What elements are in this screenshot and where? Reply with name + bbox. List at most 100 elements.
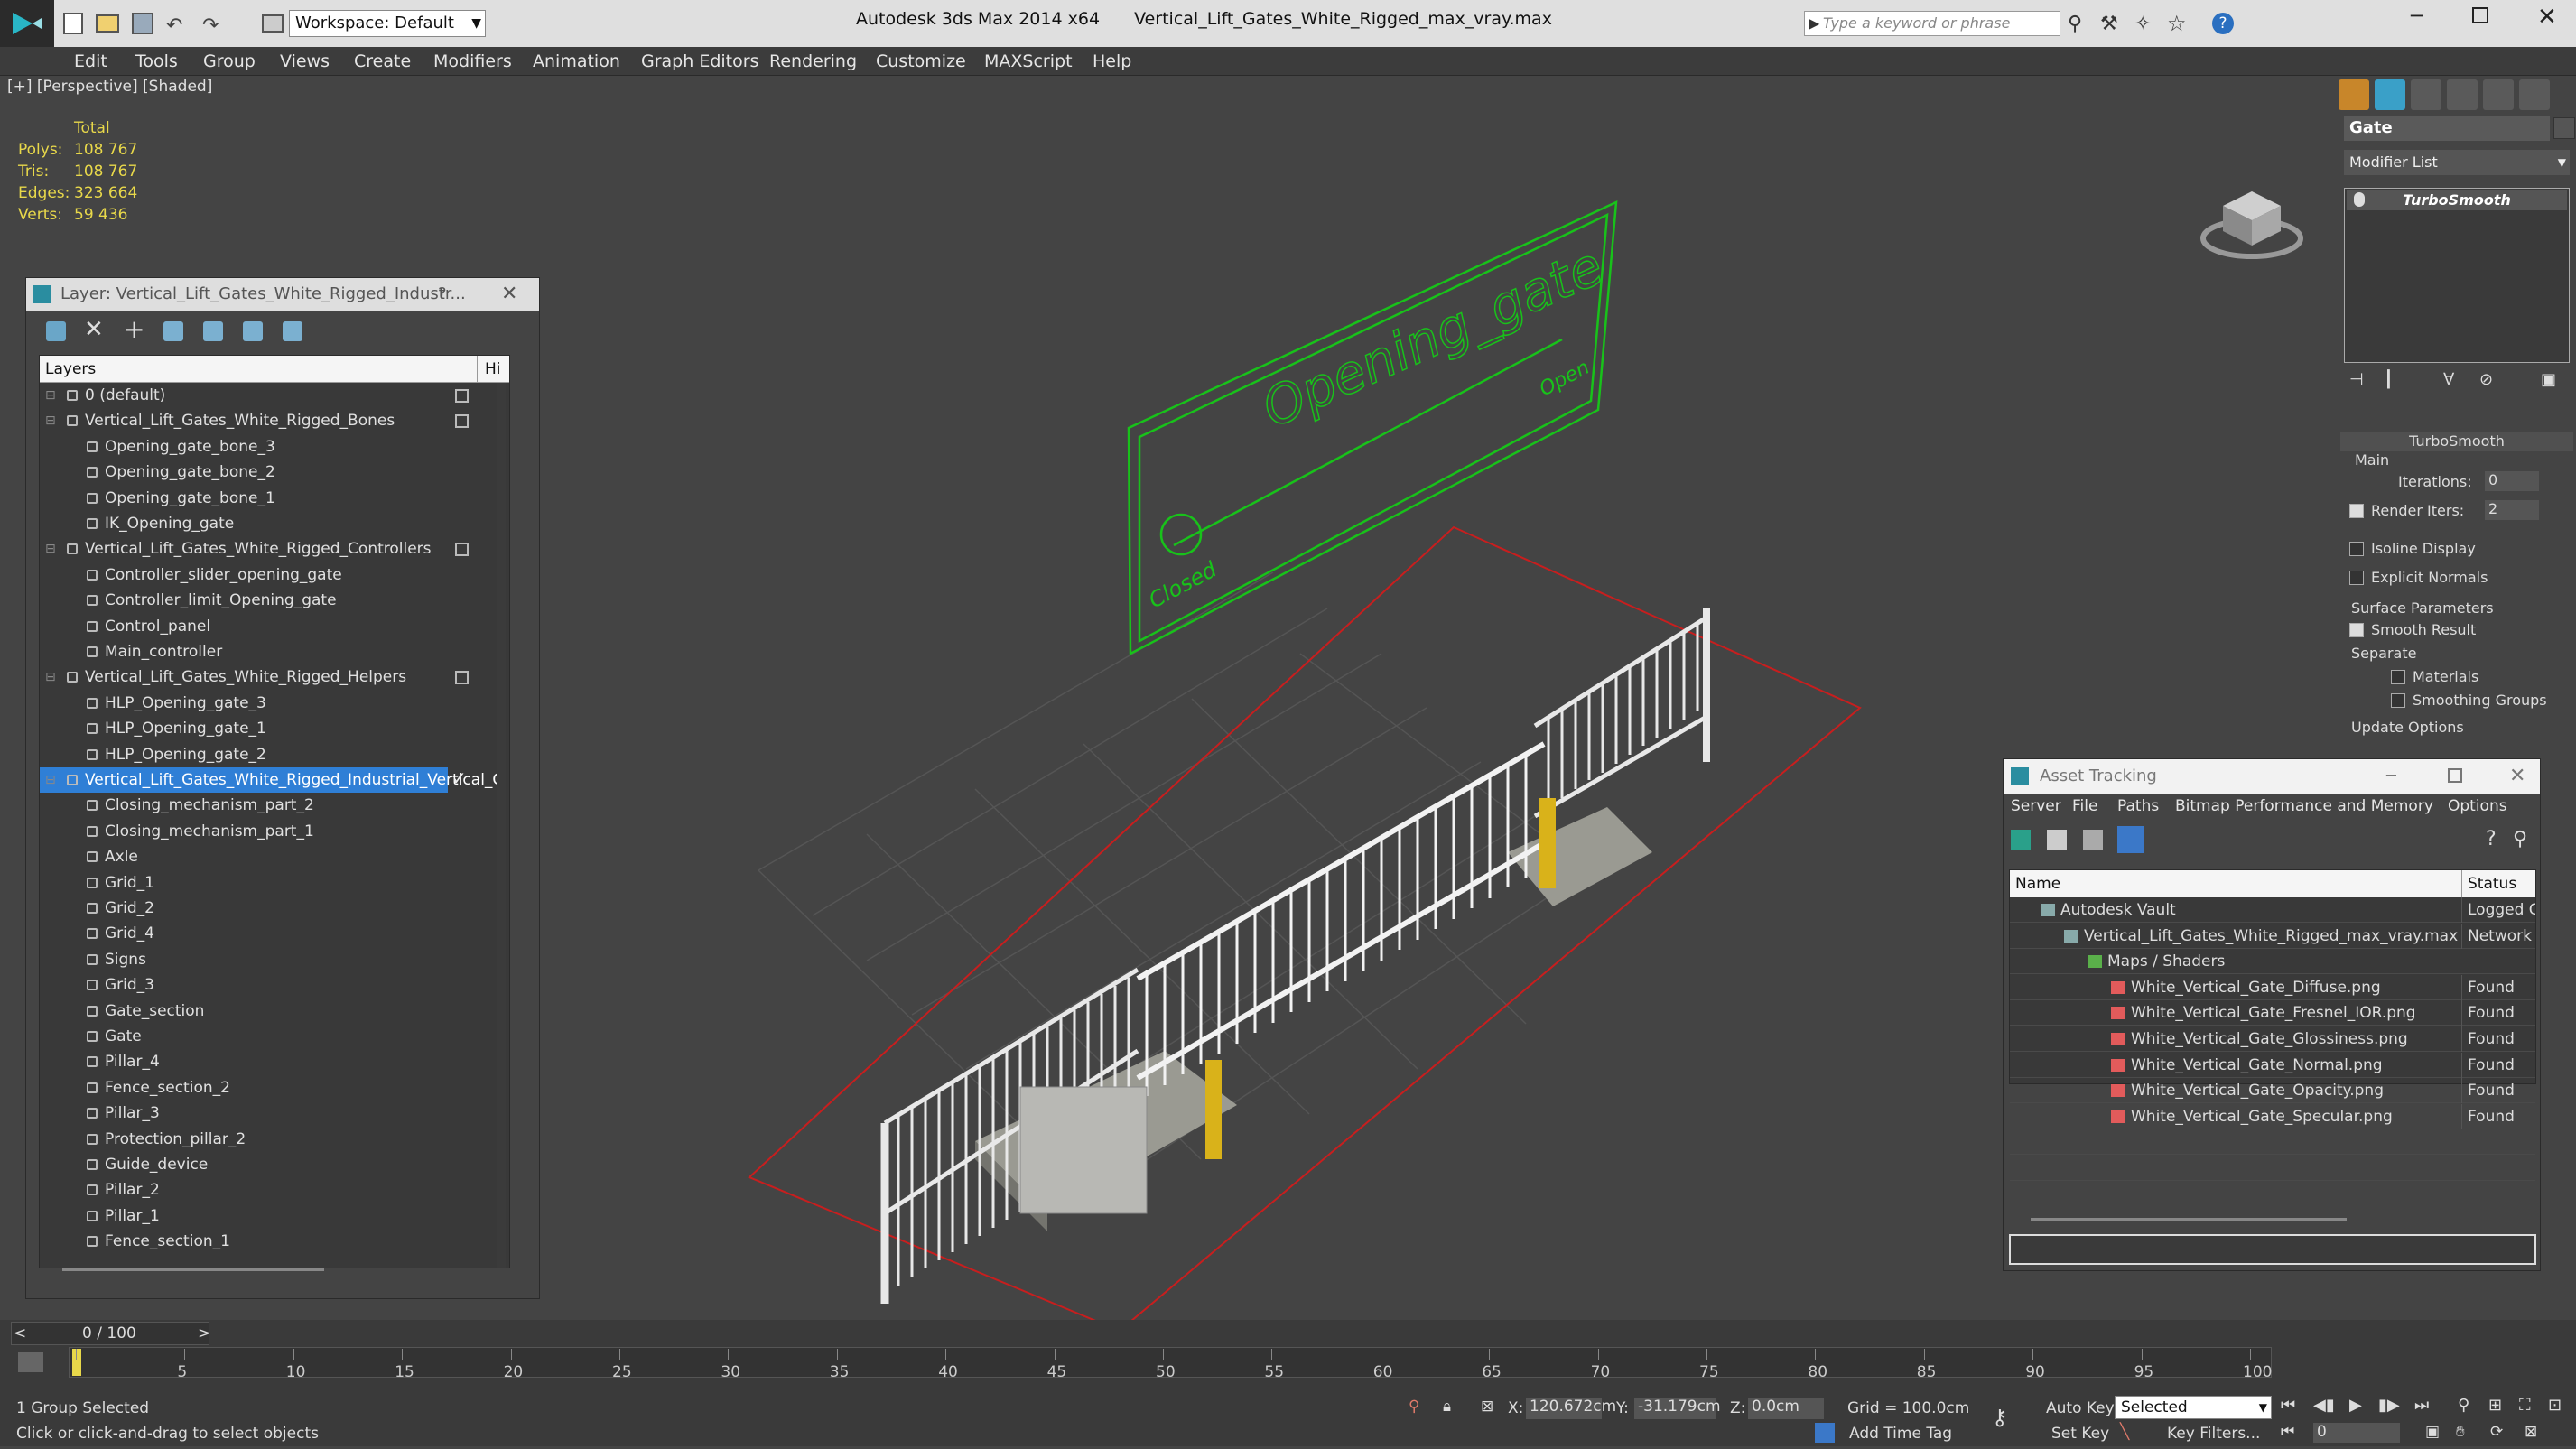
- new-file-icon[interactable]: [63, 13, 83, 34]
- absolute-mode-icon[interactable]: ⊠: [1481, 1398, 1493, 1416]
- tree-view-icon[interactable]: [2083, 830, 2103, 850]
- asset-row[interactable]: White_Vertical_Gate_Diffuse.png Found: [2010, 974, 2535, 1000]
- previous-frame-icon[interactable]: ◀▮: [2313, 1396, 2335, 1415]
- z-coordinate-field[interactable]: 0.0cm: [1748, 1398, 1824, 1419]
- layer-object-row[interactable]: Protection_pillar_2: [40, 1127, 491, 1152]
- project-folder-icon[interactable]: [262, 14, 284, 33]
- layer-object-row[interactable]: Opening_gate_bone_2: [40, 460, 491, 485]
- asset-status-column[interactable]: Status: [2461, 870, 2516, 897]
- redo-icon[interactable]: ↷: [202, 14, 219, 37]
- isolate-icon[interactable]: ⚲: [1409, 1398, 1419, 1416]
- modify-tab-icon[interactable]: [2375, 79, 2405, 110]
- hide-unhide-all-icon[interactable]: [283, 321, 302, 341]
- asset-row[interactable]: Autodesk Vault Logged O: [2010, 897, 2535, 923]
- set-key-icon[interactable]: ╲: [2120, 1423, 2129, 1441]
- create-layer-icon[interactable]: [46, 321, 66, 341]
- hierarchy-tab-icon[interactable]: [2411, 79, 2441, 110]
- asset-hscrollbar[interactable]: [2031, 1218, 2347, 1221]
- menu-modifiers[interactable]: Modifiers: [433, 47, 512, 76]
- asset-menu-bitmap[interactable]: Bitmap Performance and Memory: [2175, 797, 2433, 815]
- modifier-list-dropdown[interactable]: Modifier List ▼: [2344, 150, 2570, 175]
- select-layer-icon[interactable]: [203, 321, 223, 341]
- layer-object-row[interactable]: Axle: [40, 844, 491, 869]
- current-frame-field[interactable]: 0: [2313, 1423, 2400, 1443]
- expand-toggle-icon[interactable]: ⊟: [45, 383, 56, 408]
- isoline-display-checkbox[interactable]: [2349, 542, 2364, 556]
- favorites-icon[interactable]: ☆: [2167, 11, 2187, 36]
- time-config-icon[interactable]: ▣: [2425, 1423, 2440, 1441]
- menu-rendering[interactable]: Rendering: [769, 47, 857, 76]
- close-icon[interactable]: ✕: [2537, 4, 2557, 31]
- minimize-icon[interactable]: ─: [2411, 5, 2423, 28]
- y-coordinate-field[interactable]: -31.179cm: [1634, 1398, 1721, 1419]
- zoom-extents-icon[interactable]: ⛶: [2519, 1396, 2531, 1415]
- open-file-icon[interactable]: [96, 14, 119, 33]
- menu-animation[interactable]: Animation: [533, 47, 620, 76]
- table-view-icon[interactable]: [2117, 826, 2144, 853]
- smoothing-groups-checkbox[interactable]: [2391, 693, 2405, 708]
- maximize-icon[interactable]: [2472, 7, 2488, 23]
- modifier-stack-item-turbosmooth[interactable]: TurboSmooth: [2347, 190, 2567, 210]
- asset-window-titlebar[interactable]: Asset Tracking ─ ✕: [2004, 759, 2540, 794]
- menu-edit[interactable]: Edit: [74, 47, 107, 76]
- next-frame-icon[interactable]: ▮▶: [2378, 1396, 2400, 1415]
- hide-column[interactable]: Hi: [477, 356, 501, 383]
- time-configuration-icon[interactable]: [18, 1352, 43, 1372]
- layer-object-row[interactable]: Fence_section_1: [40, 1229, 491, 1254]
- list-view-icon[interactable]: [2047, 830, 2067, 850]
- expand-toggle-icon[interactable]: ⊟: [45, 408, 56, 433]
- field-of-view-icon[interactable]: ⊡: [2548, 1396, 2562, 1415]
- layer-object-row[interactable]: Grid_4: [40, 921, 491, 946]
- save-file-icon[interactable]: [132, 13, 153, 34]
- make-unique-icon[interactable]: ∀: [2443, 370, 2454, 389]
- auto-key-button[interactable]: Auto Key: [2046, 1399, 2115, 1417]
- key-icon[interactable]: ⚷: [1992, 1405, 2008, 1430]
- layer-object-row[interactable]: HLP_Opening_gate_1: [40, 716, 491, 741]
- timeline-cursor[interactable]: [72, 1349, 81, 1376]
- refresh-icon[interactable]: [2011, 830, 2031, 850]
- time-prev-icon[interactable]: <: [14, 1323, 26, 1344]
- menu-group[interactable]: Group: [203, 47, 256, 76]
- layer-row[interactable]: ⊟ Vertical_Lift_Gates_White_Rigged_Indust…: [40, 767, 505, 793]
- lightbulb-icon[interactable]: [2354, 192, 2365, 207]
- asset-name-column[interactable]: Name: [2015, 870, 2060, 897]
- asset-row[interactable]: White_Vertical_Gate_Opacity.png Found: [2010, 1078, 2535, 1104]
- layer-window-titlebar[interactable]: Layer: Vertical_Lift_Gates_White_Rigged_…: [26, 278, 539, 311]
- asset-row[interactable]: Maps / Shaders: [2010, 949, 2535, 975]
- key-filters-button[interactable]: Key Filters...: [2167, 1425, 2260, 1443]
- object-color-swatch[interactable]: [2553, 117, 2575, 139]
- layer-object-row[interactable]: Guide_device: [40, 1152, 491, 1177]
- add-time-tag[interactable]: Add Time Tag: [1849, 1425, 1952, 1443]
- layer-object-row[interactable]: Controller_limit_Opening_gate: [40, 588, 491, 613]
- workspace-dropdown[interactable]: Workspace: Default ▼: [289, 10, 486, 37]
- layer-object-row[interactable]: Gate: [40, 1024, 491, 1049]
- expand-toggle-icon[interactable]: ⊟: [45, 664, 56, 690]
- layer-object-row[interactable]: Opening_gate_bone_1: [40, 486, 491, 511]
- maximize-viewport-icon[interactable]: ⊠: [2525, 1423, 2537, 1441]
- show-end-result-icon[interactable]: ┃: [2384, 370, 2394, 389]
- layer-hide-toggle[interactable]: [455, 671, 469, 685]
- time-tag-icon[interactable]: [1815, 1423, 1835, 1443]
- asset-row[interactable]: White_Vertical_Gate_Normal.png Found: [2010, 1052, 2535, 1078]
- menu-tools[interactable]: Tools: [135, 47, 178, 76]
- layer-object-row[interactable]: Closing_mechanism_part_1: [40, 819, 491, 844]
- layer-object-row[interactable]: Control_panel: [40, 614, 491, 639]
- binoculars-icon[interactable]: ⚲: [2068, 13, 2082, 35]
- motion-tab-icon[interactable]: [2447, 79, 2478, 110]
- asset-path-field[interactable]: [2009, 1234, 2536, 1265]
- go-to-end-icon[interactable]: ⏭: [2414, 1396, 2429, 1415]
- smooth-result-checkbox[interactable]: [2349, 623, 2364, 637]
- asset-search-icon[interactable]: ⚲: [2513, 828, 2527, 850]
- layer-object-row[interactable]: Controller_slider_opening_gate: [40, 562, 491, 588]
- layer-row[interactable]: ⊟ 0 (default): [40, 383, 491, 408]
- layer-object-row[interactable]: Pillar_2: [40, 1177, 491, 1203]
- iterations-spinner[interactable]: 0: [2485, 471, 2539, 491]
- communication-icon[interactable]: ✧: [2134, 13, 2151, 35]
- asset-help-icon[interactable]: ?: [2486, 828, 2497, 850]
- selection-lock-icon[interactable]: 🔒︎: [1443, 1398, 1451, 1416]
- menu-graph-editors[interactable]: Graph Editors: [641, 47, 758, 76]
- layer-hscrollbar[interactable]: [62, 1268, 324, 1271]
- layer-object-row[interactable]: HLP_Opening_gate_2: [40, 742, 491, 767]
- zoom-all-icon[interactable]: ⊞: [2488, 1396, 2502, 1415]
- menu-help[interactable]: Help: [1093, 47, 1131, 76]
